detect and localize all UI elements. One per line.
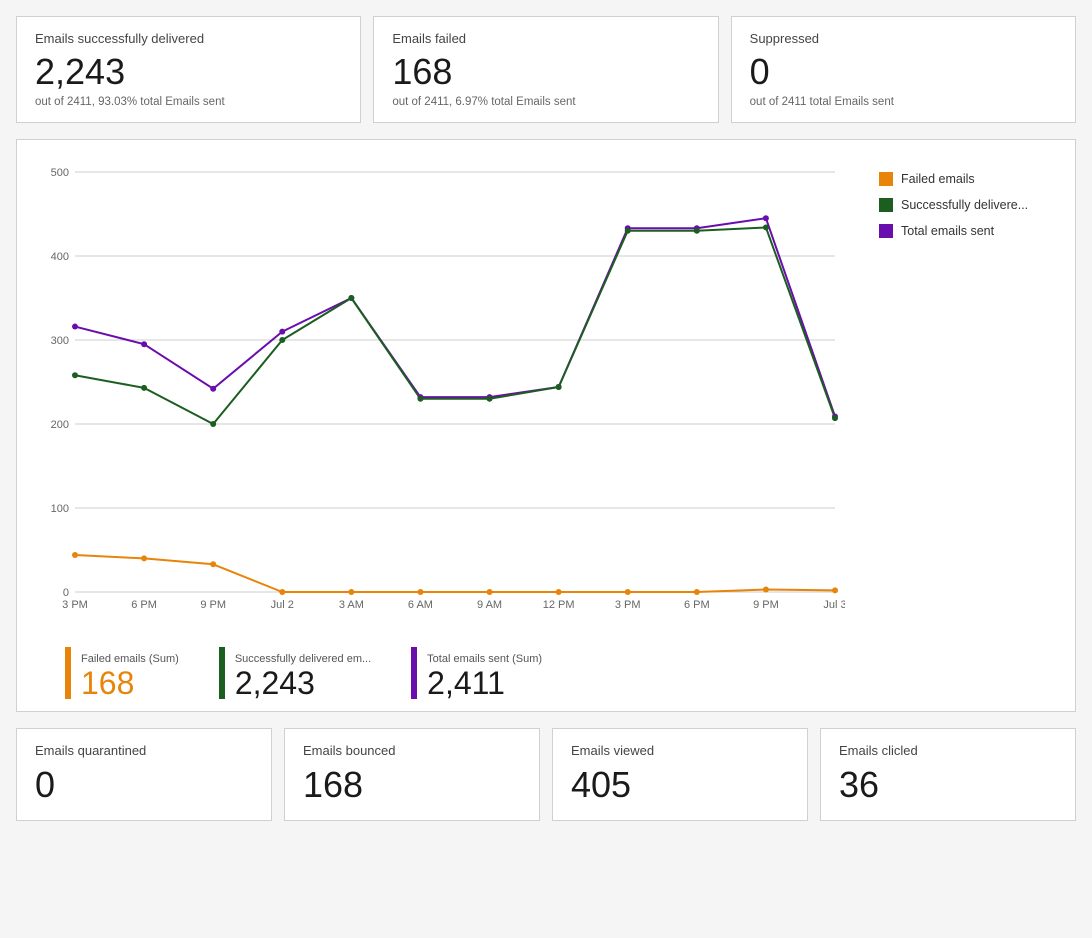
svg-text:3 PM: 3 PM bbox=[615, 599, 641, 611]
legend-label-failed: Failed emails bbox=[901, 172, 975, 186]
chart-container: 0 100 200 300 400 500 3 PM 6 PM 9 PM Jul 2 3 AM 6 A… bbox=[25, 152, 1067, 637]
svg-text:12 PM: 12 PM bbox=[543, 599, 575, 611]
svg-text:3 PM: 3 PM bbox=[62, 599, 88, 611]
kpi-card-suppressed: Suppressed 0 out of 2411 total Emails se… bbox=[731, 16, 1076, 123]
kpi-title-quarantined: Emails quarantined bbox=[35, 743, 253, 758]
summary-value-failed: 168 bbox=[81, 667, 179, 699]
kpi-title-clicked: Emails clicled bbox=[839, 743, 1057, 758]
chart-summary: Failed emails (Sum) 168 Successfully del… bbox=[25, 637, 1067, 711]
summary-bar-total bbox=[411, 647, 417, 699]
summary-text-failed: Failed emails (Sum) 168 bbox=[81, 653, 179, 699]
summary-label-total: Total emails sent (Sum) bbox=[427, 653, 542, 665]
kpi-sub-failed: out of 2411, 6.97% total Emails sent bbox=[392, 96, 699, 108]
summary-item-total: Total emails sent (Sum) 2,411 bbox=[411, 647, 542, 699]
summary-bar-delivered bbox=[219, 647, 225, 699]
kpi-title-delivered: Emails successfully delivered bbox=[35, 31, 342, 46]
legend-color-total bbox=[879, 224, 893, 238]
kpi-sub-suppressed: out of 2411 total Emails sent bbox=[750, 96, 1057, 108]
svg-text:6 PM: 6 PM bbox=[131, 599, 157, 611]
summary-label-delivered: Successfully delivered em... bbox=[235, 653, 371, 665]
svg-text:Jul 3: Jul 3 bbox=[823, 599, 845, 611]
svg-text:9 PM: 9 PM bbox=[753, 599, 779, 611]
legend-item-delivered: Successfully delivere... bbox=[879, 198, 1055, 212]
kpi-sub-delivered: out of 2411, 93.03% total Emails sent bbox=[35, 96, 342, 108]
kpi-value-quarantined: 0 bbox=[35, 764, 253, 806]
svg-text:Jul 2: Jul 2 bbox=[271, 599, 294, 611]
kpi-card-bounced: Emails bounced 168 bbox=[284, 728, 540, 821]
kpi-card-clicked: Emails clicled 36 bbox=[820, 728, 1076, 821]
summary-label-failed: Failed emails (Sum) bbox=[81, 653, 179, 665]
svg-text:100: 100 bbox=[51, 503, 69, 515]
kpi-card-delivered: Emails successfully delivered 2,243 out … bbox=[16, 16, 361, 123]
kpi-row-top: Emails successfully delivered 2,243 out … bbox=[16, 16, 1076, 123]
dashboard: Emails successfully delivered 2,243 out … bbox=[0, 0, 1092, 837]
kpi-row-bottom: Emails quarantined 0 Emails bounced 168 … bbox=[16, 728, 1076, 821]
chart-legend: Failed emails Successfully delivere... T… bbox=[867, 152, 1067, 637]
kpi-card-viewed: Emails viewed 405 bbox=[552, 728, 808, 821]
legend-label-delivered: Successfully delivere... bbox=[901, 198, 1028, 212]
svg-text:300: 300 bbox=[51, 335, 69, 347]
chart-area: 0 100 200 300 400 500 3 PM 6 PM 9 PM Jul 2 3 AM 6 A… bbox=[25, 152, 867, 637]
svg-text:0: 0 bbox=[63, 587, 69, 599]
kpi-value-bounced: 168 bbox=[303, 764, 521, 806]
svg-text:6 AM: 6 AM bbox=[408, 599, 433, 611]
kpi-card-failed: Emails failed 168 out of 2411, 6.97% tot… bbox=[373, 16, 718, 123]
legend-item-failed: Failed emails bbox=[879, 172, 1055, 186]
summary-value-delivered: 2,243 bbox=[235, 667, 371, 699]
svg-text:6 PM: 6 PM bbox=[684, 599, 710, 611]
svg-text:400: 400 bbox=[51, 251, 69, 263]
kpi-value-delivered: 2,243 bbox=[35, 52, 342, 92]
summary-text-delivered: Successfully delivered em... 2,243 bbox=[235, 653, 371, 699]
summary-text-total: Total emails sent (Sum) 2,411 bbox=[427, 653, 542, 699]
kpi-value-viewed: 405 bbox=[571, 764, 789, 806]
legend-label-total: Total emails sent bbox=[901, 224, 994, 238]
svg-text:9 PM: 9 PM bbox=[200, 599, 226, 611]
summary-item-delivered: Successfully delivered em... 2,243 bbox=[219, 647, 371, 699]
legend-color-delivered bbox=[879, 198, 893, 212]
kpi-value-failed: 168 bbox=[392, 52, 699, 92]
summary-item-failed: Failed emails (Sum) 168 bbox=[65, 647, 179, 699]
kpi-value-clicked: 36 bbox=[839, 764, 1057, 806]
summary-bar-failed bbox=[65, 647, 71, 699]
svg-text:200: 200 bbox=[51, 419, 69, 431]
kpi-title-failed: Emails failed bbox=[392, 31, 699, 46]
svg-text:9 AM: 9 AM bbox=[477, 599, 502, 611]
kpi-value-suppressed: 0 bbox=[750, 52, 1057, 92]
line-chart-svg: 0 100 200 300 400 500 3 PM 6 PM 9 PM Jul 2 3 AM 6 A… bbox=[25, 152, 845, 632]
kpi-title-viewed: Emails viewed bbox=[571, 743, 789, 758]
svg-text:3 AM: 3 AM bbox=[339, 599, 364, 611]
legend-color-failed bbox=[879, 172, 893, 186]
svg-text:500: 500 bbox=[51, 167, 69, 179]
kpi-title-suppressed: Suppressed bbox=[750, 31, 1057, 46]
chart-section: 0 100 200 300 400 500 3 PM 6 PM 9 PM Jul 2 3 AM 6 A… bbox=[16, 139, 1076, 712]
kpi-card-quarantined: Emails quarantined 0 bbox=[16, 728, 272, 821]
kpi-title-bounced: Emails bounced bbox=[303, 743, 521, 758]
summary-value-total: 2,411 bbox=[427, 667, 542, 699]
legend-item-total: Total emails sent bbox=[879, 224, 1055, 238]
